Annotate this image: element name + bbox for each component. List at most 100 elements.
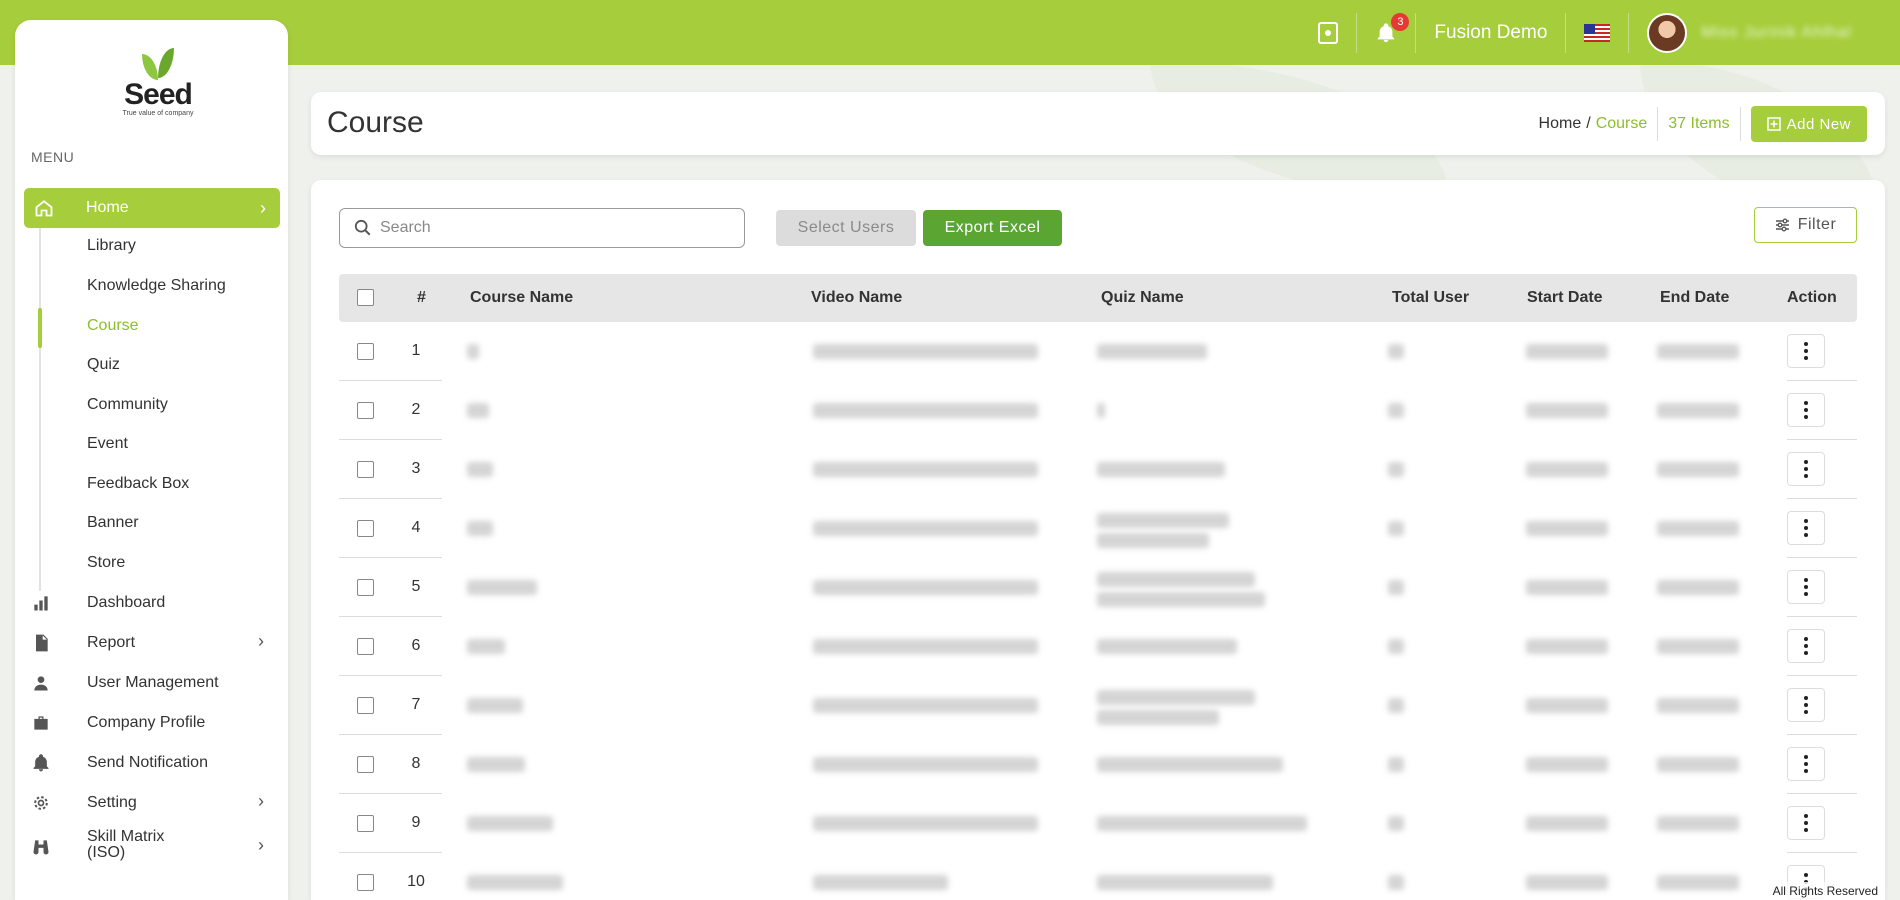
column-header-total-user[interactable]: Total User [1392,289,1469,307]
breadcrumb-home[interactable]: Home [1539,115,1582,133]
row-checkbox[interactable] [357,697,374,714]
table-row[interactable]: 5 [339,558,1857,617]
chevron-right-icon: › [258,791,264,811]
sidebar-subitem-course[interactable]: Course [87,317,139,335]
notifications-button[interactable]: 3 [1357,12,1417,53]
user-menu[interactable]: Miss Jurinik Ahlhal [1629,12,1870,53]
row-action-menu-button[interactable] [1787,806,1825,840]
row-action-menu-button[interactable] [1787,393,1825,427]
column-header-start-date[interactable]: Start Date [1527,289,1603,307]
table-row[interactable]: 6 [339,617,1857,676]
more-vertical-icon [1804,696,1808,714]
sidebar-item-home[interactable]: Home › [24,188,280,228]
language-selector[interactable] [1566,12,1630,53]
row-action-menu-button[interactable] [1787,629,1825,663]
logo[interactable]: Seed True value of company [113,48,203,117]
more-vertical-icon [1804,814,1808,832]
company-switcher[interactable]: Fusion Demo [1416,12,1567,53]
redacted-course-name [467,757,525,772]
select-all-checkbox[interactable] [357,289,374,306]
page-title: Course [327,106,424,139]
table-row[interactable]: 7 [339,676,1857,735]
row-action-menu-button[interactable] [1787,747,1825,781]
redacted-quiz-name [1097,875,1273,890]
sidebar-item-company-profile[interactable]: Company Profile [15,708,288,738]
filter-button[interactable]: Filter [1754,207,1857,243]
sidebar-item-setting[interactable]: Setting › [15,788,288,818]
row-number: 9 [411,814,421,831]
menu-label: MENU [31,149,75,165]
row-number: 2 [411,401,421,418]
sidebar-subitem-store[interactable]: Store [87,554,125,572]
row-number: 6 [411,637,421,654]
redacted-start-date [1526,816,1608,831]
sidebar-subitem-feedback-box[interactable]: Feedback Box [87,475,189,493]
sidebar-item-dashboard[interactable]: Dashboard [15,588,288,618]
redacted-video-name [813,875,948,890]
row-checkbox[interactable] [357,520,374,537]
sidebar-subitem-banner[interactable]: Banner [87,514,139,532]
subnav-active-indicator [38,308,42,348]
row-checkbox[interactable] [357,402,374,419]
row-action-menu-button[interactable] [1787,334,1825,368]
add-new-button[interactable]: Add New [1750,106,1867,142]
sidebar-item-send-notification[interactable]: Send Notification [15,748,288,778]
sidebar-item-user-management[interactable]: User Management [15,668,288,698]
chevron-right-icon: › [260,198,266,218]
redacted-start-date [1526,698,1608,713]
search-input[interactable] [380,219,740,237]
select-users-button[interactable]: Select Users [776,210,916,246]
sidebar-subitem-community[interactable]: Community [87,396,168,414]
redacted-end-date [1657,816,1739,831]
row-action-menu-button[interactable] [1787,511,1825,545]
row-number: 7 [411,696,421,713]
logo-name: Seed [124,78,193,111]
row-checkbox[interactable] [357,638,374,655]
export-excel-button[interactable]: Export Excel [923,210,1062,246]
row-checkbox[interactable] [357,756,374,773]
redacted-end-date [1657,521,1739,536]
table-row[interactable]: 1 [339,322,1857,381]
redacted-video-name [813,639,1038,654]
redacted-total-user [1388,698,1404,713]
sidebar-subitem-quiz[interactable]: Quiz [87,356,120,374]
row-checkbox[interactable] [357,343,374,360]
row-checkbox[interactable] [357,815,374,832]
row-number: 3 [411,460,421,477]
divider [1657,107,1659,141]
more-vertical-icon [1804,755,1808,773]
sidebar-subitem-event[interactable]: Event [87,435,128,453]
table-row[interactable]: 10 [339,853,1857,900]
column-header-course-name[interactable]: Course Name [470,289,573,307]
column-header-video-name[interactable]: Video Name [811,289,902,307]
table-header: # Course Name Video Name Quiz Name Total… [339,274,1857,322]
row-action-menu-button[interactable] [1787,688,1825,722]
redacted-start-date [1526,639,1608,654]
sidebar-subitem-library[interactable]: Library [87,237,136,255]
row-checkbox[interactable] [357,874,374,891]
redacted-quiz-name [1097,757,1283,772]
row-action-menu-button[interactable] [1787,570,1825,604]
table-row[interactable]: 3 [339,440,1857,499]
sidebar-subitem-knowledge-sharing[interactable]: Knowledge Sharing [87,277,226,295]
redacted-end-date [1657,462,1739,477]
column-header-quiz-name[interactable]: Quiz Name [1101,289,1184,307]
table-row[interactable]: 2 [339,381,1857,440]
table-row[interactable]: 9 [339,794,1857,853]
sidebar-item-skill-matrix[interactable]: Skill Matrix (ISO) › [15,829,288,868]
briefcase-icon [34,716,48,730]
sidebar-item-report[interactable]: Report › [15,628,288,658]
table-body: 1 2 3 4 5 6 7 8 9 10 [339,322,1857,900]
company-name: Fusion Demo [1434,21,1548,43]
redacted-course-name [467,816,553,831]
bell-icon: 3 [1375,12,1410,45]
redacted-quiz-name [1097,639,1237,654]
calendar-button[interactable] [1300,12,1358,53]
table-row[interactable]: 4 [339,499,1857,558]
more-vertical-icon [1804,460,1808,478]
table-row[interactable]: 8 [339,735,1857,794]
row-checkbox[interactable] [357,579,374,596]
row-checkbox[interactable] [357,461,374,478]
column-header-end-date[interactable]: End Date [1660,289,1729,307]
row-action-menu-button[interactable] [1787,452,1825,486]
